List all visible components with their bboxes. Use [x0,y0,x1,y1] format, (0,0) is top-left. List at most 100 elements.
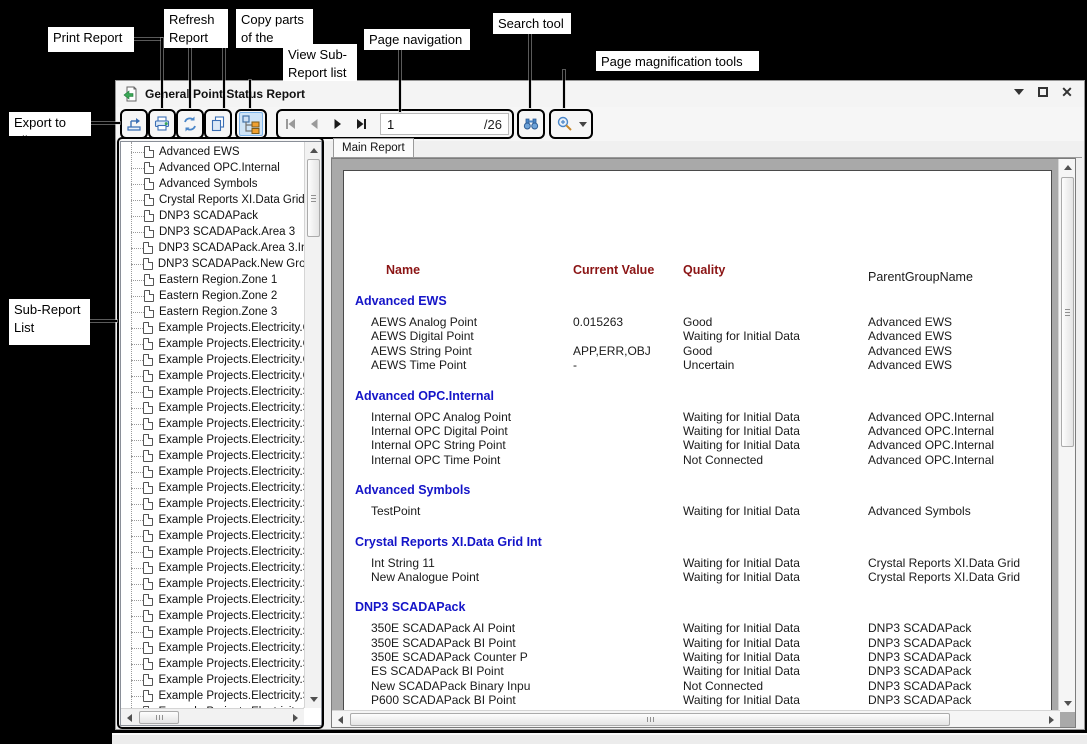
tab-bar: Main Report [331,138,1082,158]
maximize-icon[interactable] [1036,85,1050,99]
tree-hscroll-thumb[interactable] [139,711,179,724]
tree-item[interactable]: Example Projects.Electricity.S [121,432,304,448]
tree-item[interactable]: Example Projects.Electricity.C [121,352,304,368]
document-icon [144,290,154,302]
page-number-field[interactable]: 1 /26 [380,113,509,135]
report-hscroll-thumb[interactable] [350,713,950,726]
scroll-right-icon[interactable] [1043,711,1060,728]
tree-item[interactable]: Example Projects.Electricity.C [121,336,304,352]
scroll-right-icon[interactable] [287,709,304,726]
document-icon [143,242,153,254]
tree-vscroll-thumb[interactable] [307,159,320,237]
export-to-file-button[interactable] [120,109,148,139]
chevron-down-icon[interactable] [579,122,587,127]
tree-item[interactable]: Example Projects.Electricity.S [121,560,304,576]
tree-item[interactable]: Example Projects.Electricity.S [121,608,304,624]
tree-branch-line [131,680,143,681]
tree-item[interactable]: DNP3 SCADAPack.New Group [121,256,304,272]
tree-item[interactable]: Eastern Region.Zone 3 [121,304,304,320]
tree-horizontal-scrollbar[interactable] [121,708,304,725]
tab-main-report[interactable]: Main Report [333,138,414,157]
cell-parent: DNP3 SCADAPack [868,636,971,650]
tree-item[interactable]: Example Projects.Electricity.S [121,656,304,672]
tree-item[interactable]: Example Projects.Electricity.S [121,400,304,416]
tree-branch-line [131,216,144,217]
subreport-tree-list: Advanced EWS Advanced OPC.Internal Advan… [121,142,304,708]
toolbar: 1 /26 [116,107,1084,141]
cell-parent: Advanced OPC.Internal [868,438,994,452]
view-subreport-list-button[interactable] [235,109,267,139]
tree-item[interactable]: DNP3 SCADAPack.Area 3.Int [121,240,304,256]
callout-line-refresh [189,48,191,108]
document-icon [143,578,153,590]
previous-page-icon[interactable] [302,112,326,136]
document-icon [144,210,154,222]
tree-item[interactable]: Example Projects.Electricity.S [121,384,304,400]
report-horizontal-scrollbar[interactable] [332,710,1060,727]
tree-item[interactable]: Example Projects.Electricity.S [121,624,304,640]
scroll-up-icon[interactable] [305,142,322,159]
tree-item[interactable]: Crystal Reports XI.Data Grid [121,192,304,208]
tree-item[interactable]: Eastern Region.Zone 1 [121,272,304,288]
tree-item[interactable]: DNP3 SCADAPack.Area 3 [121,224,304,240]
tree-item[interactable]: Example Projects.Electricity.S [121,512,304,528]
tree-item[interactable]: Example Projects.Electricity.S [121,544,304,560]
scroll-left-icon[interactable] [332,711,349,728]
tree-item[interactable]: Advanced OPC.Internal [121,160,304,176]
report-vscroll-thumb[interactable] [1061,177,1074,447]
tree-item[interactable]: Example Projects.Electricity.S [121,640,304,656]
tree-item-label: Eastern Region.Zone 1 [159,274,277,286]
tree-vertical-scrollbar[interactable] [304,142,321,708]
tree-item[interactable]: Advanced Symbols [121,176,304,192]
first-page-icon[interactable] [278,112,302,136]
scroll-down-icon[interactable] [305,691,322,708]
scroll-up-icon[interactable] [1059,159,1076,176]
tree-item[interactable]: Example Projects.Electricity.S [121,576,304,592]
tree-item[interactable]: Example Projects.Electricity.C [121,368,304,384]
tree-item[interactable]: Example Projects.Electricity.S [121,464,304,480]
tree-item[interactable]: Example Projects.Electricity.C [121,320,304,336]
tree-item[interactable]: Eastern Region.Zone 2 [121,288,304,304]
tree-item[interactable]: Example Projects.Electricity.S [121,592,304,608]
scroll-left-icon[interactable] [121,709,138,726]
cell-value: 0.015263 [573,315,623,329]
tree-item[interactable]: Advanced EWS [121,144,304,160]
tree-item[interactable]: Example Projects.Electricity.S [121,480,304,496]
tree-item[interactable]: Example Projects.Electricity.S [121,672,304,688]
next-page-icon[interactable] [326,112,350,136]
scroll-down-icon[interactable] [1059,695,1076,712]
search-tool-button[interactable] [517,109,545,139]
tree-branch-line [131,168,144,169]
tree-item-label: Example Projects.Electricity.S [158,434,304,446]
tree-item[interactable]: DNP3 SCADAPack [121,208,304,224]
last-page-icon[interactable] [350,112,374,136]
document-icon [143,690,153,702]
document-icon [143,450,153,462]
tree-item-label: Example Projects.Electricity.S [158,402,304,414]
document-icon [143,402,153,414]
print-report-button[interactable] [148,109,176,139]
document-icon [143,658,153,670]
document-icon [143,562,153,574]
close-icon[interactable]: ✕ [1060,85,1074,99]
report-section: DNP3 SCADAPack 350E SCADAPack AI Point W… [344,600,1051,718]
report-vertical-scrollbar[interactable] [1058,159,1075,712]
tree-item-label: Example Projects.Electricity.S [158,674,304,686]
cell-name: Internal OPC String Point [371,438,506,452]
tree-branch-line [131,152,144,153]
tree-branch-line [131,584,143,585]
copy-report-button[interactable] [204,109,232,139]
chevron-down-icon[interactable] [1012,85,1026,99]
page-magnification-button[interactable] [549,109,593,139]
callout-search-tool: Search tool [493,13,571,34]
tree-item[interactable]: Example Projects.Electricity.S [121,416,304,432]
report-viewer-area: Name Current Value Quality ParentGroupNa… [331,158,1076,728]
tree-item[interactable]: Example Projects.Electricity.S [121,688,304,704]
callout-export-to-file: Export to File [9,112,91,136]
tree-item[interactable]: Example Projects.Electricity.S [121,448,304,464]
tree-item[interactable]: Example Projects.Electricity.S [121,528,304,544]
refresh-report-button[interactable] [176,109,204,139]
tree-item[interactable]: Example Projects.Electricity.S [121,496,304,512]
tree-item-label: DNP3 SCADAPack.Area 3.Int [158,242,304,254]
title-bar[interactable]: General Point Status Report ✕ [116,81,1084,107]
